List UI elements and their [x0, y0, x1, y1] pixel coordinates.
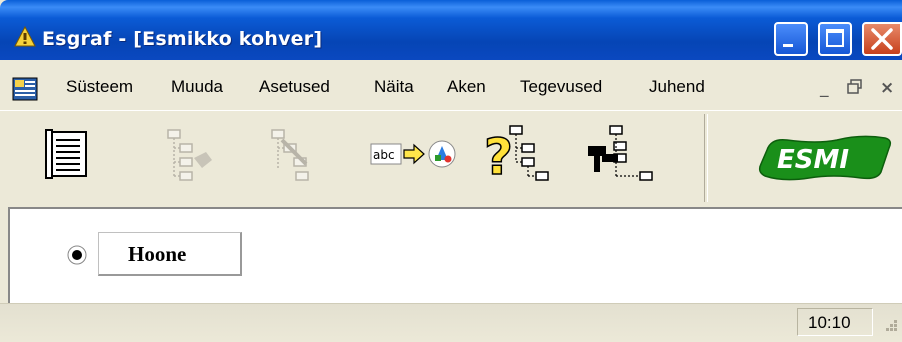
expand-node-icon[interactable]: [66, 244, 88, 266]
resize-grip-icon[interactable]: [878, 314, 900, 336]
svg-text:?: ?: [484, 128, 513, 184]
app-warning-icon: [14, 26, 36, 47]
maximize-button[interactable]: [818, 22, 852, 56]
restore-icon: [847, 79, 862, 94]
maximize-icon: [826, 29, 844, 47]
tree-link-icon[interactable]: [584, 124, 656, 184]
logo-text: ESMI: [777, 145, 849, 175]
minimize-icon: [783, 44, 793, 47]
menu-tegevused[interactable]: Tegevused: [520, 77, 602, 97]
mdi-close-button[interactable]: ×: [880, 78, 894, 98]
tree-delete-icon[interactable]: [266, 124, 320, 184]
esmi-logo: ESMI: [758, 135, 892, 181]
menu-juhend[interactable]: Juhend: [649, 77, 705, 97]
status-bar: [0, 303, 902, 342]
tree-node-label: Hoone: [128, 242, 187, 266]
text-to-graphic-icon[interactable]: abc: [370, 124, 458, 184]
menu-muuda[interactable]: Muuda: [171, 77, 223, 97]
title-bar[interactable]: Esgraf - [Esmikko kohver]: [0, 0, 902, 60]
document-app-icon[interactable]: [12, 77, 38, 101]
window-title: Esgraf - [Esmikko kohver]: [42, 28, 323, 50]
app-window: Esgraf - [Esmikko kohver] Süsteem Muuda …: [0, 0, 902, 342]
document-list-icon[interactable]: [44, 124, 98, 184]
menu-susteem[interactable]: Süsteem: [66, 77, 133, 97]
tree-add-icon[interactable]: [162, 124, 216, 184]
abc-label: abc: [373, 148, 395, 162]
menu-aken[interactable]: Aken: [447, 77, 486, 97]
menu-naita[interactable]: Näita: [374, 77, 414, 97]
menu-asetused[interactable]: Asetused: [259, 77, 330, 97]
status-time: 10:10: [808, 313, 851, 332]
minimize-button[interactable]: [774, 22, 808, 56]
mdi-restore-button[interactable]: [846, 78, 864, 99]
mdi-minimize-button[interactable]: _: [820, 78, 829, 98]
close-icon: [871, 28, 893, 50]
tree-help-icon[interactable]: ?: [484, 124, 552, 184]
toolbar-separator: [704, 114, 708, 202]
close-button[interactable]: [862, 22, 902, 56]
